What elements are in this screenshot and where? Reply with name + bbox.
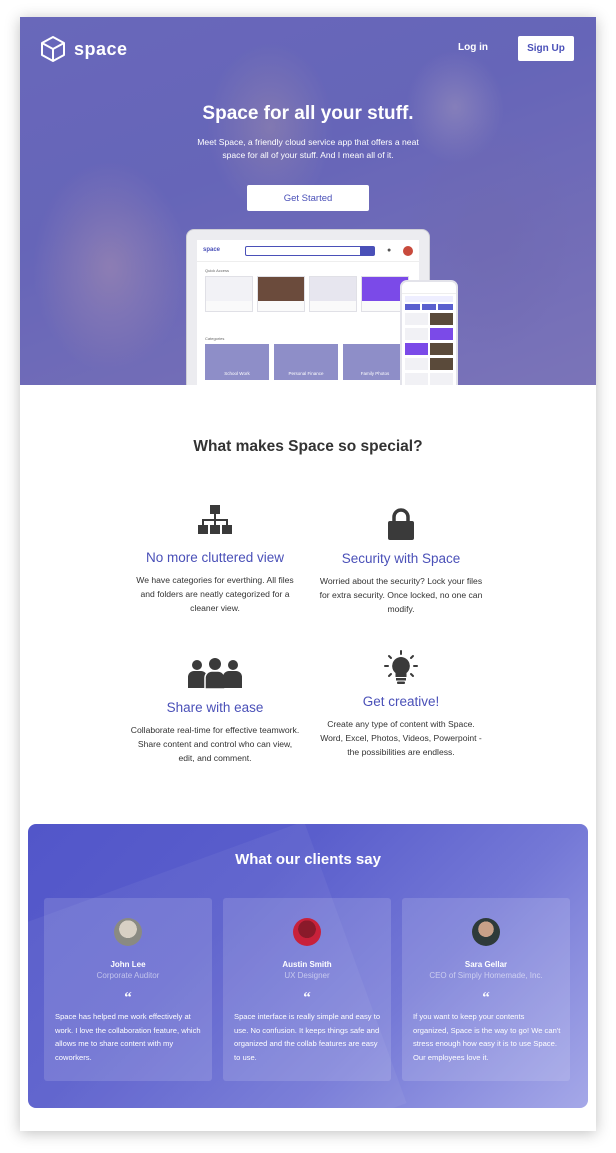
- testimonial-name: John Lee: [110, 960, 146, 969]
- testimonial-card: Austin Smith UX Designer “ Space interfa…: [223, 898, 391, 1081]
- lock-icon: [388, 508, 414, 540]
- mockup-avatar: [403, 246, 413, 256]
- testimonial-card: Sara Gellar CEO of Simply Homemade, Inc.…: [402, 898, 570, 1081]
- testimonial-text: Space interface is really simple and eas…: [234, 1012, 381, 1062]
- logo[interactable]: space: [40, 35, 128, 63]
- mockup-quick-access-label: Quick Access: [205, 268, 230, 273]
- feature-text: Create any type of content with Space. W…: [320, 719, 482, 757]
- testimonial-role: Corporate Auditor: [96, 971, 160, 980]
- feature-title: Get creative!: [362, 694, 440, 709]
- cube-logo-icon: [41, 36, 65, 62]
- sitemap-icon: [198, 505, 232, 534]
- special-section-title: What makes Space so special?: [193, 438, 423, 455]
- feature-title: No more cluttered view: [145, 550, 285, 565]
- testimonial-role: UX Designer: [284, 971, 330, 980]
- feature-text: Worried about the security? Lock your fi…: [319, 576, 483, 614]
- testimonials-section: What our clients say John Lee Corporate …: [28, 824, 588, 1108]
- login-link[interactable]: Log in: [458, 42, 488, 53]
- avatar: [293, 918, 321, 946]
- testimonials-title: What our clients say: [235, 851, 381, 868]
- testimonial-name: Austin Smith: [282, 960, 332, 969]
- get-started-button[interactable]: Get Started: [247, 185, 369, 211]
- mockup-header: space ●: [197, 240, 419, 262]
- hero-title: Space for all your stuff.: [202, 103, 414, 124]
- phone-mockup: [400, 280, 458, 385]
- quote-icon: “: [124, 990, 132, 1006]
- signup-button[interactable]: Sign Up: [518, 36, 574, 61]
- mockup-categories-label: Categories: [205, 336, 225, 341]
- mockup-category-tile: School Work: [205, 344, 269, 380]
- feature-text: Collaborate real-time for effective team…: [130, 725, 300, 763]
- testimonial-role: CEO of Simply Homemade, Inc.: [429, 971, 543, 980]
- avatar: [114, 918, 142, 946]
- mockup-search-bar: [245, 246, 375, 256]
- laptop-mockup: space ● Quick Access Categories School W…: [186, 229, 430, 385]
- avatar: [472, 918, 500, 946]
- feature-share: Share with ease Collaborate real-time fo…: [130, 658, 300, 765]
- quote-icon: “: [482, 990, 490, 1006]
- feature-creative: Get creative! Create any type of content…: [316, 650, 486, 759]
- users-icon: [188, 658, 242, 690]
- mockup-logo: space: [203, 247, 221, 253]
- mockup-file-card: [309, 276, 357, 312]
- bell-icon: ●: [387, 247, 392, 254]
- feature-security: Security with Space Worried about the se…: [316, 507, 486, 616]
- feature-text: We have categories for everthing. All fi…: [136, 575, 294, 613]
- feature-title: Security with Space: [341, 551, 461, 566]
- hero-section: space Log in Sign Up Space for all your …: [20, 17, 596, 385]
- feature-no-clutter: No more cluttered view We have categorie…: [130, 504, 300, 615]
- hero-description: Meet Space, a friendly cloud service app…: [197, 137, 419, 160]
- mockup-category-tile: Personal Finance: [274, 344, 338, 380]
- landing-page: space Log in Sign Up Space for all your …: [20, 17, 596, 1131]
- testimonial-text: If you want to keep your contents organi…: [413, 1012, 561, 1062]
- testimonial-text: Space has helped me work effectively at …: [55, 1012, 201, 1062]
- testimonial-name: Sara Gellar: [464, 960, 508, 969]
- mockup-file-card: [257, 276, 305, 312]
- quote-icon: “: [303, 990, 311, 1006]
- feature-title: Share with ease: [166, 700, 264, 715]
- lightbulb-icon: [384, 650, 418, 684]
- logo-text: space: [74, 38, 128, 59]
- laptop-screen: space ● Quick Access Categories School W…: [197, 240, 419, 385]
- testimonial-card: John Lee Corporate Auditor “ Space has h…: [44, 898, 212, 1081]
- mockup-category-tile: Family Photos: [343, 344, 407, 380]
- mockup-file-card: [205, 276, 253, 312]
